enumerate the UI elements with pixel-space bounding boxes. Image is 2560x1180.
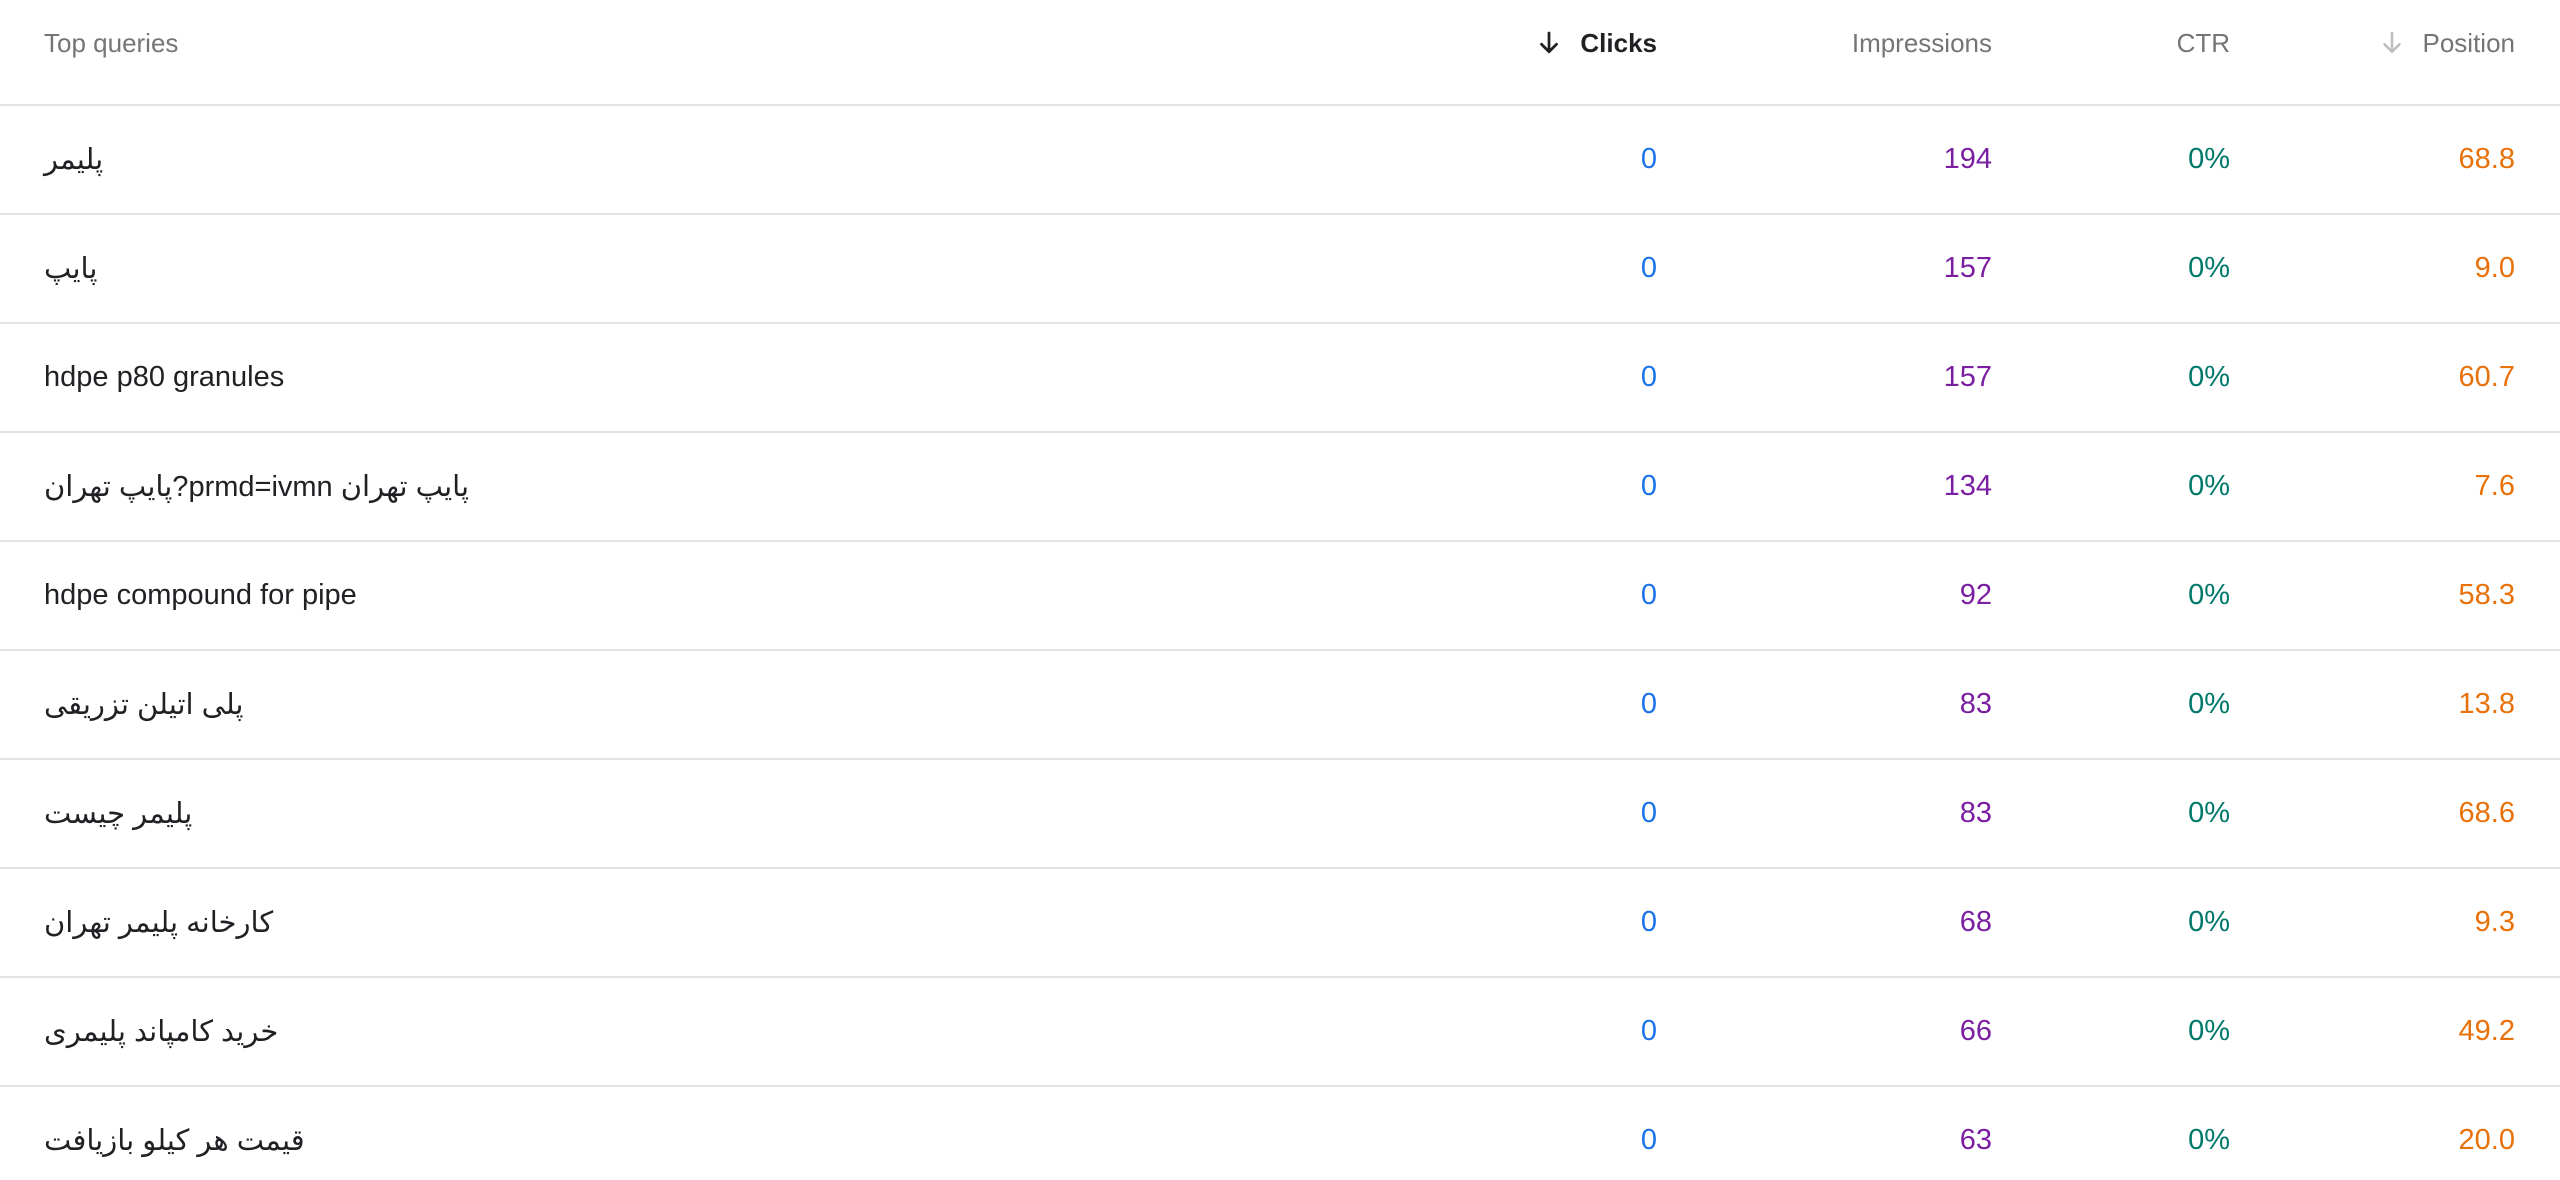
query-cell: پایپ [44, 215, 1244, 322]
table-row[interactable]: پلی اتیلن تزریقی 0 83 0% 13.8 [0, 651, 2560, 760]
arrow-down-icon [2377, 28, 2407, 58]
header-top-queries-label: Top queries [44, 28, 179, 58]
impressions-cell: 63 [1959, 1124, 1992, 1156]
arrow-down-icon [1534, 28, 1564, 58]
header-top-queries: Top queries [44, 0, 1244, 104]
ctr-cell: 0% [2188, 906, 2230, 938]
query-text: پلیمر [44, 144, 104, 176]
header-ctr[interactable]: CTR [2030, 0, 2230, 104]
query-cell: پایپ تهران prmd=ivmn?پایپ تهران [44, 433, 1244, 540]
ctr-cell: 0% [2188, 579, 2230, 611]
query-cell: قیمت هر کیلو بازیافت [44, 1087, 1244, 1180]
query-text: خرید کامپاند پلیمری [44, 1016, 279, 1048]
table-row[interactable]: کارخانه پلیمر تهران 0 68 0% 9.3 [0, 869, 2560, 978]
header-clicks-label: Clicks [1580, 28, 1657, 58]
impressions-cell: 83 [1959, 797, 1992, 829]
query-cell: خرید کامپاند پلیمری [44, 978, 1244, 1085]
header-clicks[interactable]: Clicks [1357, 0, 1657, 104]
table-header-row: Top queries Clicks Impressions CTR Posit… [0, 0, 2560, 106]
header-impressions-label: Impressions [1851, 28, 1992, 58]
impressions-cell: 83 [1959, 688, 1992, 720]
table-row[interactable]: خرید کامپاند پلیمری 0 66 0% 49.2 [0, 978, 2560, 1087]
query-cell: پلیمر [44, 106, 1244, 213]
query-text: پلی اتیلن تزریقی [44, 689, 244, 721]
table-row[interactable]: قیمت هر کیلو بازیافت 0 63 0% 20.0 [0, 1087, 2560, 1180]
table-row[interactable]: hdpe compound for pipe 0 92 0% 58.3 [0, 542, 2560, 651]
top-queries-table: Top queries Clicks Impressions CTR Posit… [0, 0, 2560, 1180]
ctr-cell: 0% [2188, 143, 2230, 175]
impressions-cell: 157 [1943, 252, 1992, 284]
query-cell: hdpe compound for pipe [44, 542, 1244, 649]
clicks-cell: 0 [1640, 361, 1657, 393]
ctr-cell: 0% [2188, 252, 2230, 284]
position-cell: 9.3 [2474, 906, 2515, 938]
table-row[interactable]: پایپ تهران prmd=ivmn?پایپ تهران 0 134 0%… [0, 433, 2560, 542]
table-row[interactable]: پایپ 0 157 0% 9.0 [0, 215, 2560, 324]
impressions-cell: 194 [1943, 143, 1992, 175]
position-cell: 68.8 [2458, 143, 2515, 175]
position-cell: 20.0 [2458, 1124, 2515, 1156]
query-text: hdpe compound for pipe [44, 579, 357, 611]
query-text: پلیمر چیست [44, 798, 193, 830]
query-text: قیمت هر کیلو بازیافت [44, 1125, 305, 1157]
table-row[interactable]: hdpe p80 granules 0 157 0% 60.7 [0, 324, 2560, 433]
clicks-cell: 0 [1640, 688, 1657, 720]
header-impressions[interactable]: Impressions [1692, 0, 1992, 104]
query-text: پایپ [44, 253, 98, 285]
impressions-cell: 134 [1943, 470, 1992, 502]
position-cell: 49.2 [2458, 1015, 2515, 1047]
position-cell: 9.0 [2474, 252, 2515, 284]
impressions-cell: 66 [1959, 1015, 1992, 1047]
ctr-cell: 0% [2188, 1124, 2230, 1156]
clicks-cell: 0 [1640, 143, 1657, 175]
header-position-label: Position [2422, 28, 2516, 58]
position-cell: 58.3 [2458, 579, 2515, 611]
header-position[interactable]: Position [2265, 0, 2515, 104]
ctr-cell: 0% [2188, 470, 2230, 502]
query-text: کارخانه پلیمر تهران [44, 907, 274, 939]
clicks-cell: 0 [1640, 252, 1657, 284]
ctr-cell: 0% [2188, 1015, 2230, 1047]
header-ctr-label: CTR [2176, 28, 2230, 58]
clicks-cell: 0 [1640, 579, 1657, 611]
clicks-cell: 0 [1640, 906, 1657, 938]
impressions-cell: 68 [1959, 906, 1992, 938]
clicks-cell: 0 [1640, 1124, 1657, 1156]
clicks-cell: 0 [1640, 797, 1657, 829]
ctr-cell: 0% [2188, 688, 2230, 720]
query-text: پایپ تهران prmd=ivmn?پایپ تهران [44, 471, 470, 503]
ctr-cell: 0% [2188, 797, 2230, 829]
clicks-cell: 0 [1640, 1015, 1657, 1047]
ctr-cell: 0% [2188, 361, 2230, 393]
query-cell: hdpe p80 granules [44, 324, 1244, 431]
query-cell: پلی اتیلن تزریقی [44, 651, 1244, 758]
position-cell: 68.6 [2458, 797, 2515, 829]
position-cell: 13.8 [2458, 688, 2515, 720]
position-cell: 60.7 [2458, 361, 2515, 393]
clicks-cell: 0 [1640, 470, 1657, 502]
query-cell: کارخانه پلیمر تهران [44, 869, 1244, 976]
impressions-cell: 92 [1959, 579, 1992, 611]
query-text: hdpe p80 granules [44, 361, 285, 393]
table-row[interactable]: پلیمر چیست 0 83 0% 68.6 [0, 760, 2560, 869]
position-cell: 7.6 [2474, 470, 2515, 502]
query-cell: پلیمر چیست [44, 760, 1244, 867]
impressions-cell: 157 [1943, 361, 1992, 393]
table-row[interactable]: پلیمر 0 194 0% 68.8 [0, 106, 2560, 215]
